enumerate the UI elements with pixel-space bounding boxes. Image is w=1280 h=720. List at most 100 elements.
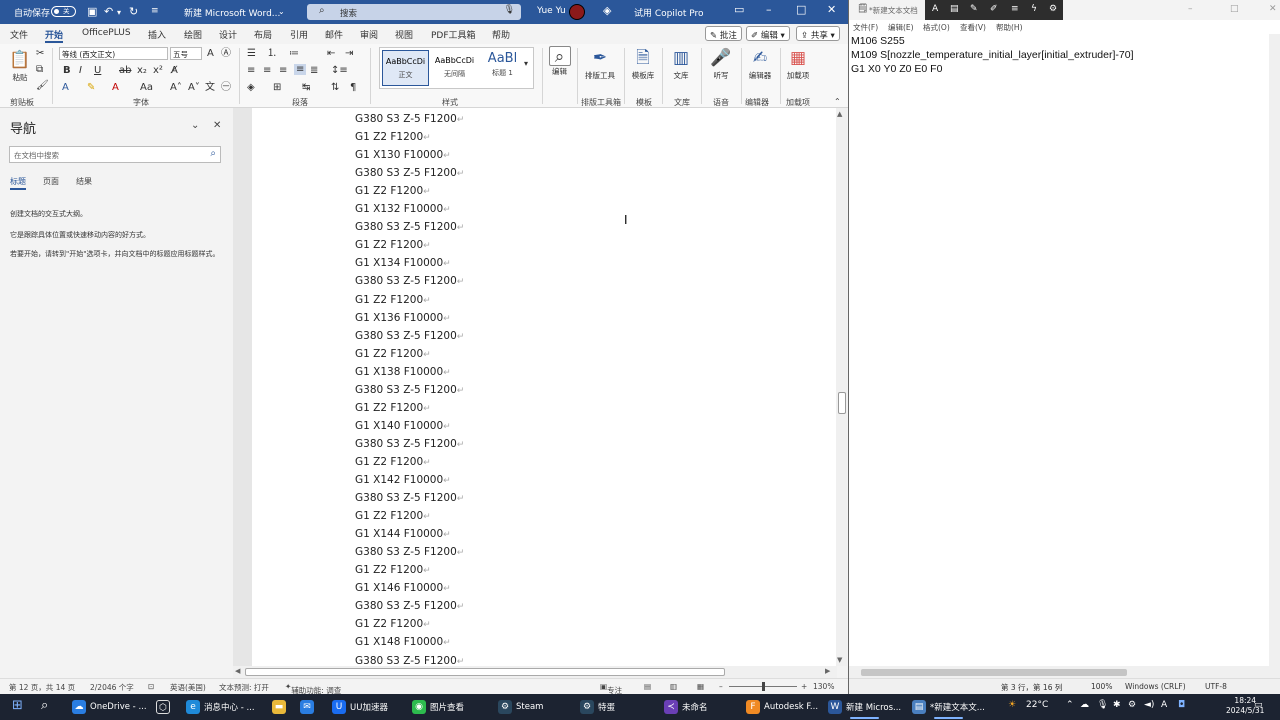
scroll-up-icon[interactable]: ▲ <box>837 110 842 118</box>
zoom-level[interactable]: 130% <box>813 682 834 691</box>
undo-dropdown-icon[interactable]: ▾ <box>117 8 121 17</box>
microphone-icon[interactable]: 🎙 <box>504 5 515 15</box>
document-line[interactable]: G1 Z2 F1200↵ <box>355 348 431 360</box>
align-right-icon[interactable]: ≡ <box>279 65 287 76</box>
tab-home[interactable]: 开始 <box>45 28 64 43</box>
zoom-slider-thumb[interactable] <box>762 682 765 691</box>
nav-tab-headings[interactable]: 标题 <box>10 176 26 190</box>
taskbar-app[interactable]: W 新建 Micros... <box>828 697 901 719</box>
decrease-indent-icon[interactable]: ⇤ <box>327 48 335 59</box>
dictate-button[interactable]: 🎤 听写 <box>706 46 736 81</box>
document-line[interactable]: G1 X146 F10000↵ <box>355 582 451 594</box>
document-line[interactable]: G1 X142 F10000↵ <box>355 474 451 486</box>
taskbar-app[interactable]: ◉ 图片查看 <box>412 697 464 717</box>
show-marks-icon[interactable]: ¶ <box>350 82 356 93</box>
taskbar-app[interactable]: ▬ <box>272 697 290 717</box>
menu-edit[interactable]: 编辑(E) <box>888 22 914 33</box>
editor-button[interactable]: ✍ 编辑器 <box>746 46 774 81</box>
style-heading-1[interactable]: AaBl 标题 1 <box>479 50 526 86</box>
tab-layout[interactable]: 布局 <box>254 28 272 41</box>
microphone-icon[interactable]: 🎙 <box>1097 700 1108 710</box>
scroll-thumb[interactable] <box>838 392 846 414</box>
scroll-thumb[interactable] <box>245 668 725 676</box>
superscript-icon[interactable]: x² <box>153 65 163 76</box>
speaker-icon[interactable]: ◄) <box>1144 700 1154 710</box>
styles-more-icon[interactable]: ▾ <box>524 58 528 69</box>
tab-officeplus[interactable]: OfficePLUS <box>82 28 131 38</box>
maximize-icon[interactable]: □ <box>1230 4 1239 14</box>
taskbar-app[interactable]: ≺ 未命名 <box>664 697 708 717</box>
taskbar-app[interactable]: ⬡ <box>156 697 174 717</box>
search-icon[interactable]: ⌕ <box>41 698 48 713</box>
document-line[interactable]: G1 Z2 F1200↵ <box>355 564 431 576</box>
bullets-icon[interactable]: ☰ <box>247 48 256 59</box>
document-line[interactable]: G380 S3 Z-5 F1200↵ <box>355 492 464 504</box>
taskbar-app[interactable]: ⚙ 特蛋 <box>580 697 615 717</box>
collapse-ribbon-icon[interactable]: ⌃ <box>834 96 841 107</box>
shrink-icon[interactable]: A˅ <box>188 82 200 93</box>
security-icon[interactable]: ◘ <box>1178 700 1185 710</box>
scroll-right-icon[interactable]: ▶ <box>825 667 830 675</box>
document-title[interactable]: 新建 Microsoft Word... <box>184 6 280 19</box>
highlight-icon[interactable]: ✎ <box>87 82 95 93</box>
document-line[interactable]: G1 X140 F10000↵ <box>355 420 451 432</box>
bold-icon[interactable]: B <box>63 65 71 76</box>
strikethrough-icon[interactable]: ab <box>119 65 131 76</box>
scroll-thumb[interactable] <box>861 669 1127 676</box>
template-button[interactable]: 🗎 模板库 <box>628 46 658 81</box>
ribbon-display-icon[interactable]: ▭ <box>734 3 744 16</box>
nav-tab-results[interactable]: 结果 <box>76 176 92 187</box>
taskbar-app[interactable]: ☁ OneDrive - ... <box>72 697 147 717</box>
editing-button[interactable]: ⌕ 编辑 <box>547 46 572 77</box>
text-prediction-status[interactable]: 文本预测: 打开 <box>219 682 269 693</box>
font-name-select[interactable]: 等线 (西文正文) <box>59 47 168 60</box>
document-line[interactable]: G1 X144 F10000↵ <box>355 528 451 540</box>
minimize-icon[interactable]: – <box>766 3 772 16</box>
chevron-up-icon[interactable]: ⌃ <box>1066 700 1074 710</box>
format-painter-icon[interactable]: 🖌 <box>36 80 49 91</box>
chevron-down-icon[interactable]: ⌄ <box>191 120 199 131</box>
pen-icon[interactable]: ✎ <box>970 4 978 15</box>
read-mode-icon[interactable]: ▤ <box>644 682 651 691</box>
lightning-icon[interactable]: ϟ <box>1031 4 1037 15</box>
menu-help[interactable]: 帮助(H) <box>996 22 1023 33</box>
document-line[interactable]: G380 S3 Z-5 F1200↵ <box>355 600 464 612</box>
justify-icon[interactable]: ≡ <box>294 64 307 75</box>
focus-button[interactable]: ▣ 专注 <box>600 682 622 694</box>
web-layout-icon[interactable]: ▦ <box>697 682 704 691</box>
bluetooth-icon[interactable]: ✱ <box>1113 700 1121 710</box>
search-box[interactable]: ⌕ 搜索 🎙 <box>307 4 521 20</box>
tab-view[interactable]: 视图 <box>395 28 413 41</box>
increase-indent-icon[interactable]: ⇥ <box>345 48 353 59</box>
sort-icon[interactable]: ⇅ <box>331 82 339 93</box>
menu-file[interactable]: 文件(F) <box>853 22 878 33</box>
document-line[interactable]: G380 S3 Z-5 F1200↵ <box>355 330 464 342</box>
line-spacing-icon[interactable]: ↕≡ <box>331 65 348 76</box>
accessibility-status[interactable]: ✦ 辅助功能: 调查 <box>285 682 341 694</box>
close-icon[interactable]: ✕ <box>213 120 221 131</box>
chevron-down-icon[interactable]: ⌄ <box>278 7 285 16</box>
document-line[interactable]: G1 X130 F10000↵ <box>355 149 451 161</box>
document-line[interactable]: G380 S3 Z-5 F1200↵ <box>355 275 464 287</box>
phonetic-icon[interactable]: 文 <box>205 82 215 93</box>
menu-format[interactable]: 格式(O) <box>923 22 950 33</box>
share-button[interactable]: ⇪ 共享 ▾ <box>796 26 840 41</box>
grow-font-icon[interactable]: A <box>207 48 214 59</box>
document-line[interactable]: G1 Z2 F1200↵ <box>355 510 431 522</box>
text-effect-icon[interactable]: A <box>62 82 69 93</box>
taskbar-app[interactable]: ▤ *新建文本文... <box>912 697 985 719</box>
taskbar-app[interactable]: ✉ <box>300 697 318 717</box>
document-line[interactable]: G380 S3 Z-5 F1200↵ <box>355 655 464 667</box>
document-line[interactable]: G1 Z2 F1200↵ <box>355 618 431 630</box>
zoom-out-icon[interactable]: – <box>719 682 723 691</box>
notepad-horizontal-scrollbar[interactable] <box>849 666 1280 678</box>
docs-button[interactable]: ▥ 文库 <box>666 46 696 81</box>
paste-button[interactable]: 📋 粘贴 <box>8 48 32 83</box>
tab-references[interactable]: 引用 <box>290 28 308 41</box>
proofing-icon[interactable]: ⊡ <box>148 682 154 691</box>
tab-draw[interactable]: 绘图 <box>184 28 202 41</box>
undo-icon[interactable]: ↶ <box>104 5 113 18</box>
taskbar-app[interactable]: F Autodesk F... <box>746 697 818 717</box>
multilevel-list-icon[interactable]: ≔ <box>289 48 299 59</box>
horizontal-scrollbar[interactable]: ◀ ▶ <box>233 666 837 678</box>
